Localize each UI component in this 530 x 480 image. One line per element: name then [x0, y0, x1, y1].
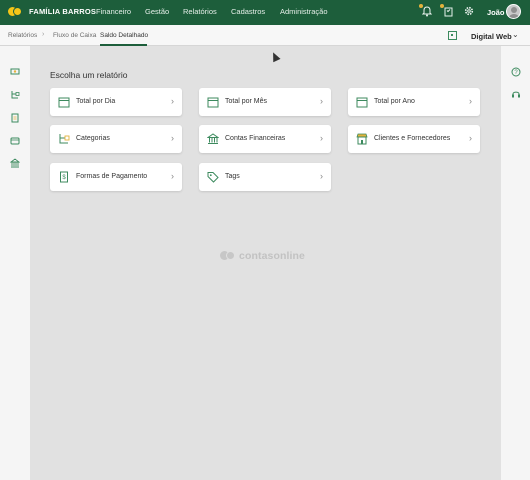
nav-cadastros[interactable]: Cadastros	[231, 7, 265, 16]
svg-text:$: $	[62, 175, 66, 181]
report-card-label: Total por Ano	[374, 98, 415, 105]
report-card-label: Categorias	[76, 135, 110, 142]
chevron-right-icon: ›	[320, 171, 323, 181]
report-card-formas-de-pagamento[interactable]: $ Formas de Pagamento ›	[50, 163, 182, 191]
breadcrumb-saldo-detalhado[interactable]: Saldo Detalhado	[100, 32, 148, 39]
bank-icon[interactable]	[10, 158, 20, 168]
nav-financeiro[interactable]: Financeiro	[96, 7, 131, 16]
company-selector[interactable]: Digital Web	[471, 32, 512, 41]
watermark-text: contasonline	[239, 250, 305, 262]
report-card-label: Total por Mês	[225, 98, 268, 105]
watermark-logo-icon	[220, 251, 236, 261]
avatar[interactable]	[506, 4, 521, 19]
right-sidebar: ?	[501, 46, 530, 480]
calendar-icon	[58, 97, 70, 108]
report-card-total-por-ano[interactable]: Total por Ano ›	[348, 88, 480, 116]
bell-icon[interactable]	[419, 4, 433, 18]
calendar-icon	[207, 97, 219, 108]
breadcrumb-relatorios[interactable]: Relatórios	[8, 32, 37, 39]
money-icon[interactable]	[10, 66, 20, 76]
tag-icon	[207, 172, 219, 183]
report-card-tags[interactable]: Tags ›	[199, 163, 331, 191]
category-tree-icon[interactable]	[10, 90, 20, 100]
breadcrumb-fluxo-de-caixa[interactable]: Fluxo de Caixa	[53, 32, 96, 39]
report-card-total-por-mes[interactable]: Total por Mês ›	[199, 88, 331, 116]
report-card-clientes-e-fornecedores[interactable]: Clientes e Fornecedores ›	[348, 125, 480, 153]
left-sidebar	[0, 46, 30, 480]
page-title: Escolha um relatório	[50, 70, 128, 80]
chevron-right-icon: ›	[320, 133, 323, 143]
chevron-right-icon: ›	[42, 31, 45, 38]
logo[interactable]	[8, 7, 22, 18]
focus-icon[interactable]	[448, 31, 457, 40]
tasks-badge	[440, 4, 444, 8]
calendar-icon	[356, 97, 368, 108]
receipt-icon: $	[60, 171, 68, 183]
chevron-right-icon: ›	[320, 96, 323, 106]
report-card-label: Tags	[225, 173, 240, 180]
report-card-contas-financeiras[interactable]: Contas Financeiras ›	[199, 125, 331, 153]
nav-administracao[interactable]: Administração	[280, 7, 328, 16]
chevron-right-icon: ›	[469, 133, 472, 143]
headset-icon[interactable]	[511, 89, 521, 99]
nav-relatorios[interactable]: Relatórios	[183, 7, 217, 16]
store-icon	[356, 133, 368, 145]
top-navigation-bar: FAMÍLIA BARROS Financeiro Gestão Relatór…	[0, 0, 530, 25]
chevron-right-icon: ›	[171, 133, 174, 143]
report-icon[interactable]	[10, 113, 20, 123]
report-card-label: Contas Financeiras	[225, 135, 286, 142]
notification-badge	[419, 4, 423, 8]
card-icon[interactable]	[10, 136, 20, 146]
report-card-label: Clientes e Fornecedores	[374, 135, 451, 142]
report-card-label: Formas de Pagamento	[76, 173, 148, 180]
user-name[interactable]: João	[487, 8, 505, 17]
chevron-right-icon: ›	[469, 96, 472, 106]
help-icon[interactable]: ?	[511, 67, 521, 77]
report-card-categorias[interactable]: Categorias ›	[50, 125, 182, 153]
report-card-total-por-dia[interactable]: Total por Dia ›	[50, 88, 182, 116]
contasonline-watermark: contasonline	[220, 250, 305, 262]
category-tree-icon	[59, 134, 70, 144]
gear-icon[interactable]	[463, 6, 475, 18]
bank-icon	[207, 133, 219, 144]
chevron-right-icon: ›	[171, 171, 174, 181]
chevron-down-icon[interactable]: ⌄	[512, 30, 519, 39]
report-card-label: Total por Dia	[76, 98, 116, 105]
chevron-right-icon: ›	[171, 96, 174, 106]
nav-gestao[interactable]: Gestão	[145, 7, 169, 16]
tasks-icon[interactable]	[440, 4, 454, 18]
brand-name[interactable]: FAMÍLIA BARROS	[29, 7, 96, 16]
